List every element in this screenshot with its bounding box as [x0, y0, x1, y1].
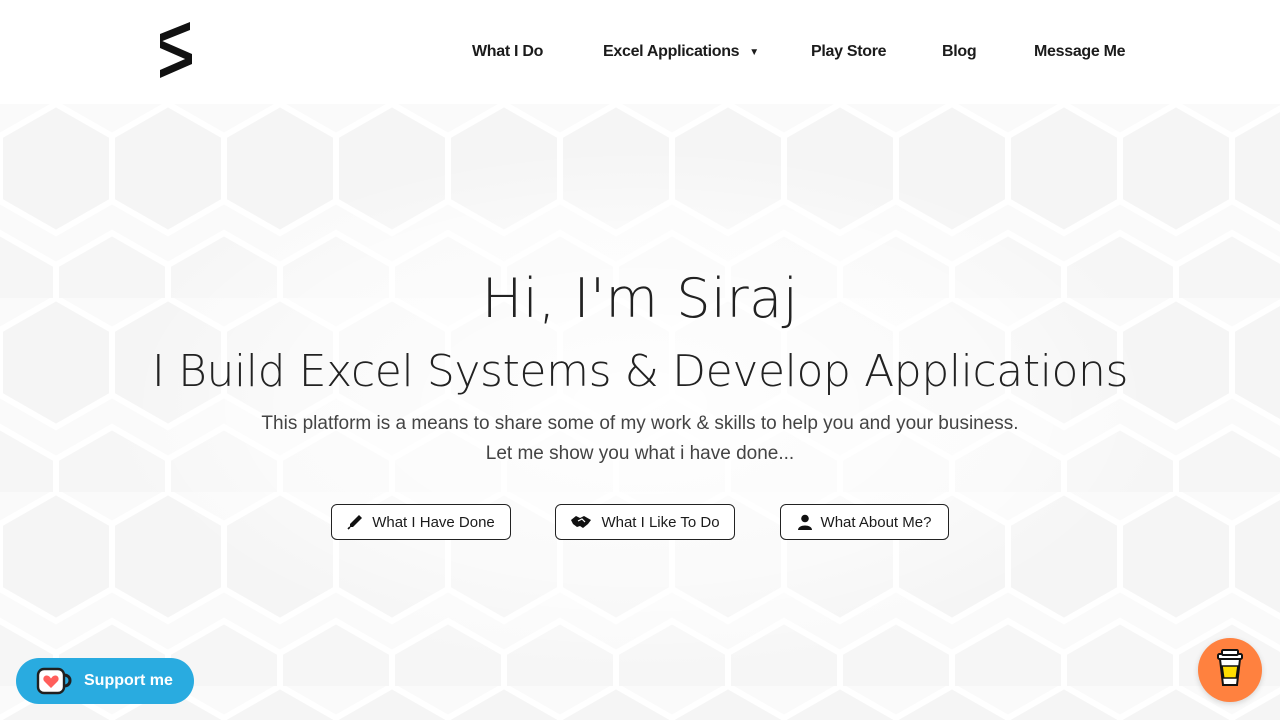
main-nav: What I Do Excel Applications ▼ Play Store… — [0, 40, 1280, 64]
hero-description-line2: Let me show you what i have done... — [485, 443, 795, 464]
nav-item-message-me[interactable]: Message Me — [1034, 40, 1126, 64]
nav-item-excel-applications[interactable]: Excel Applications ▼ — [603, 40, 759, 65]
button-label: What About Me? — [820, 513, 932, 531]
nav-item-label: What I Do — [472, 43, 544, 60]
pen-icon — [347, 514, 363, 530]
nav-item-play-store[interactable]: Play Store — [811, 40, 887, 64]
nav-item-what-i-do[interactable]: What I Do — [472, 40, 543, 64]
what-i-like-to-do-button[interactable]: What I Like To Do — [555, 504, 735, 540]
coffee-cup-icon — [1215, 648, 1245, 692]
user-icon — [797, 514, 812, 530]
nav-item-label: Play Store — [811, 43, 887, 60]
what-i-have-done-button[interactable]: What I Have Done — [331, 504, 511, 540]
buy-me-a-coffee-button[interactable] — [1198, 638, 1262, 702]
hero-subtitle: I Build Excel Systems & Develop Applicat… — [151, 346, 1129, 397]
button-label: What I Like To Do — [601, 513, 720, 531]
nav-item-label: Blog — [942, 43, 977, 60]
kofi-cup-icon — [36, 666, 74, 696]
nav-item-label: Excel Applications — [603, 43, 740, 60]
button-label: What I Have Done — [372, 513, 495, 531]
handshake-icon — [570, 514, 592, 530]
nav-item-label: Message Me — [1034, 43, 1126, 60]
nav-item-blog[interactable]: Blog — [942, 40, 977, 64]
what-about-me-button[interactable]: What About Me? — [780, 504, 949, 540]
support-me-button[interactable]: Support me — [16, 658, 194, 704]
hero-title: Hi, I'm Siraj — [481, 267, 799, 330]
chevron-down-icon: ▼ — [749, 47, 759, 58]
support-me-label: Support me — [84, 672, 173, 689]
hero-description-line1: This platform is a means to share some o… — [261, 413, 1019, 434]
site-header: What I Do Excel Applications ▼ Play Store… — [0, 0, 1280, 104]
